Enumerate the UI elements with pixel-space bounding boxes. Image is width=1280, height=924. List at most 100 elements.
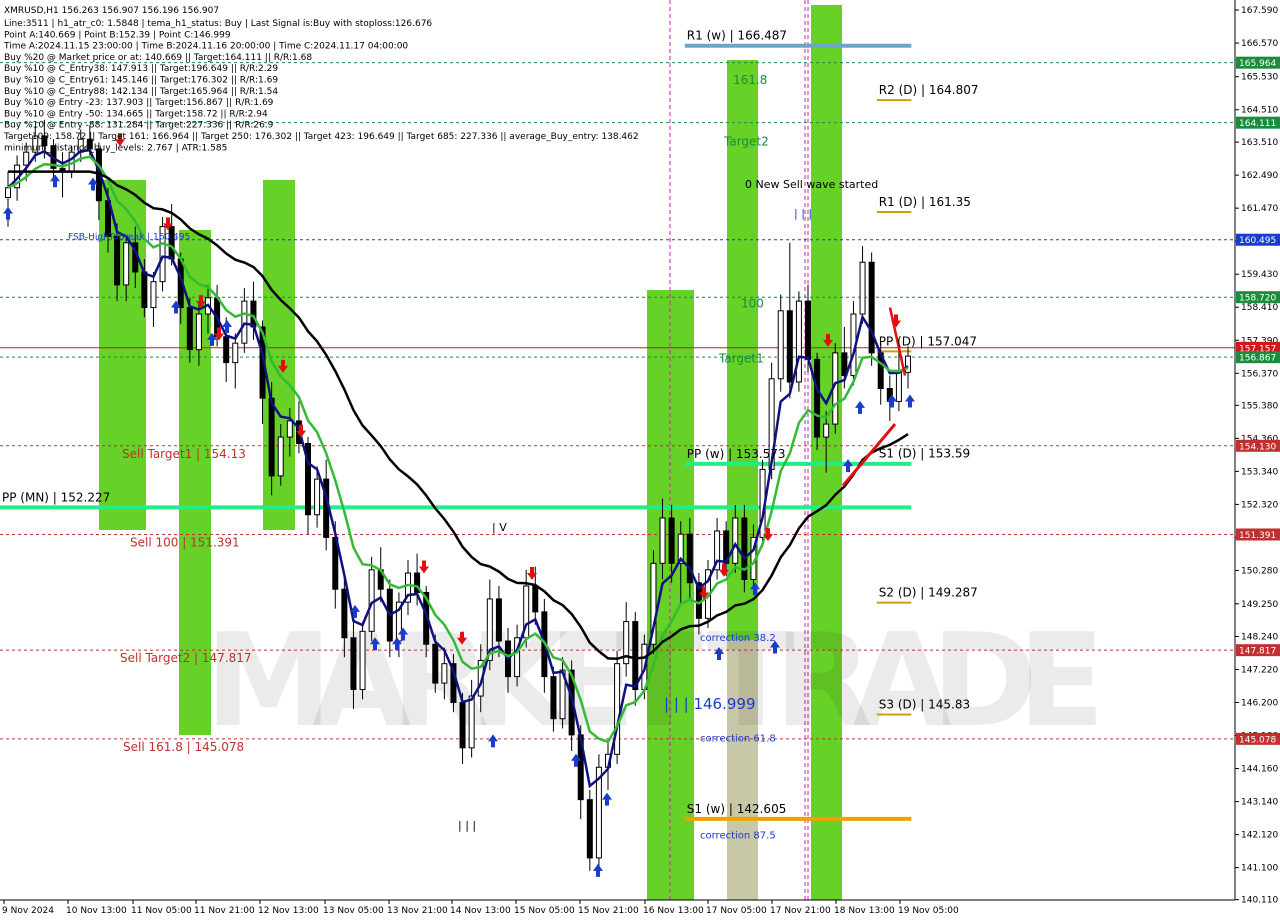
buy-signal-icon — [905, 394, 915, 408]
candle-body — [23, 151, 30, 166]
candle-body — [168, 226, 175, 260]
candle-body — [441, 663, 448, 684]
signal-info-line: Point A:140.669 | Point B:152.39 | Point… — [4, 30, 231, 40]
candle-body — [895, 371, 902, 402]
sell-level-label: Sell 100 | 151.391 — [130, 535, 240, 549]
chart-annotation: 100 — [741, 297, 764, 311]
price-badge-label: 160.495 — [1239, 236, 1276, 246]
signal-info-line: Buy %10 @ C_Entry38: 147.913 || Target:1… — [4, 64, 278, 74]
signal-info-line: Buy %10 @ C_Entry88: 142.134 || Target:1… — [4, 87, 278, 97]
chart-annotation: | | | — [458, 819, 476, 832]
price-tick-label: 161.470 — [1241, 204, 1278, 214]
candle-body — [659, 517, 666, 564]
sell-level-label: Sell Target2 | 147.817 — [120, 651, 252, 665]
chart-root: MARKET TRADE R1 (w) | 166.487R2 (D) | 16… — [0, 0, 1280, 920]
price-badge-label: 154.130 — [1239, 442, 1276, 452]
time-tick-label: 9 Nov 2024 — [2, 906, 54, 916]
chart-annotation: correction 38.2 — [700, 633, 776, 644]
sell-level-label: Sell 161.8 | 145.078 — [123, 740, 244, 754]
candle-body — [286, 420, 293, 438]
chart-annotation: FSB-HighToBreak | 160.495 — [68, 233, 190, 243]
candle-body — [823, 423, 830, 438]
time-tick-label: 13 Nov 05:00 — [323, 906, 384, 916]
pivot-level-label: R1 (D) | 161.35 — [879, 195, 971, 209]
candle-body — [268, 397, 275, 477]
candle-body — [432, 643, 439, 684]
price-tick-label: 142.120 — [1241, 831, 1278, 841]
time-tick-label: 16 Nov 13:00 — [643, 906, 704, 916]
time-tick-label: 14 Nov 13:00 — [450, 906, 511, 916]
chart-annotation: | | | 146.999 — [664, 695, 756, 713]
buy-signal-icon — [50, 174, 60, 188]
info-text-layer: XMRUSD,H1 156.263 156.907 156.196 156.90… — [3, 6, 639, 153]
candle-body — [795, 300, 802, 383]
price-badge-label: 165.964 — [1239, 59, 1276, 69]
time-tick-label: 15 Nov 05:00 — [514, 906, 575, 916]
price-tick-label: 167.590 — [1241, 6, 1278, 16]
chart-annotation: 0 New Sell wave started — [745, 178, 878, 191]
signal-info-line: Time A:2024.11.15 23:00:00 | Time B:2024… — [3, 42, 408, 52]
price-badge-label: 158.720 — [1239, 294, 1276, 304]
pivot-level-label: PP (MN) | 152.227 — [2, 490, 110, 504]
candle-body — [150, 281, 157, 309]
chart-annotation: | | | — [794, 207, 812, 220]
pivot-level-label: PP (w) | 153.573 — [687, 447, 786, 461]
signal-info-line: Buy %20 @ Market price or at: 140.669 ||… — [4, 53, 312, 63]
time-tick-label: 15 Nov 21:00 — [578, 906, 639, 916]
signal-info-line: Buy %10 @ C_Entry61: 145.146 || Target:1… — [4, 76, 278, 86]
time-tick-label: 13 Nov 21:00 — [387, 906, 448, 916]
candle-body — [232, 342, 239, 364]
price-badge-label: 151.391 — [1239, 531, 1276, 541]
candle-body — [786, 310, 793, 383]
price-tick-label: 153.340 — [1241, 467, 1278, 477]
signal-info-line: minimum_distance_buy_levels: 2.767 | ATR… — [4, 143, 227, 153]
price-badge-label: 164.111 — [1239, 119, 1276, 129]
candle-body — [123, 242, 130, 286]
candle-body — [777, 310, 784, 380]
candle-body — [550, 676, 557, 720]
time-tick-label: 12 Nov 13:00 — [258, 906, 319, 916]
chart-annotation: correction 87.5 — [700, 830, 776, 841]
price-tick-label: 162.490 — [1241, 171, 1278, 181]
candle-body — [314, 478, 321, 516]
candle-body — [277, 436, 284, 477]
signal-info-line: Buy %10 @ Entry -88: 131.284 || Target:2… — [4, 121, 274, 131]
candle-body — [814, 358, 821, 438]
sell-level-label: Sell Target1 | 154.13 — [122, 447, 246, 461]
price-tick-label: 156.370 — [1241, 369, 1278, 379]
signal-info-line: Buy %10 @ Entry -50: 134.665 || Target:1… — [4, 109, 268, 119]
candle-body — [141, 271, 148, 309]
pivot-level-label: PP (D) | 157.047 — [879, 334, 977, 348]
price-badge-label: 156.867 — [1239, 354, 1276, 364]
zone-column — [263, 180, 295, 530]
candle-body — [5, 187, 11, 198]
candle-body — [859, 261, 866, 315]
candle-body — [868, 261, 875, 354]
price-badge-label: 147.817 — [1239, 647, 1276, 657]
candle-body — [586, 799, 593, 859]
time-tick-label: 17 Nov 21:00 — [770, 906, 831, 916]
signal-info-line: Buy %10 @ Entry -23: 137.903 || Target:1… — [4, 98, 274, 108]
candle-body — [805, 300, 811, 360]
chart-annotation: | V — [492, 521, 507, 534]
price-tick-label: 147.220 — [1241, 665, 1278, 675]
candle-body — [686, 533, 693, 584]
candle-body — [223, 336, 230, 364]
candle-body — [186, 307, 193, 351]
candle-body — [250, 300, 257, 328]
price-tick-label: 146.200 — [1241, 699, 1278, 709]
ohlc-header: XMRUSD,H1 156.263 156.907 156.196 156.90… — [4, 6, 219, 16]
price-tick-label: 149.250 — [1241, 600, 1278, 610]
pivot-level-label: S3 (D) | 145.83 — [879, 697, 970, 711]
price-tick-label: 163.510 — [1241, 138, 1278, 148]
price-tick-label: 152.320 — [1241, 500, 1278, 510]
price-badge-label: 145.078 — [1239, 735, 1276, 745]
time-tick-label: 11 Nov 05:00 — [131, 906, 192, 916]
buy-signal-icon — [593, 863, 603, 877]
candle-body — [632, 621, 639, 691]
price-tick-label: 140.110 — [1241, 896, 1278, 906]
time-tick-label: 17 Nov 05:00 — [706, 906, 767, 916]
price-chart: MARKET TRADE R1 (w) | 166.487R2 (D) | 16… — [0, 0, 1280, 920]
pivot-level-label: S1 (w) | 142.605 — [687, 802, 787, 816]
candle-body — [241, 300, 248, 344]
